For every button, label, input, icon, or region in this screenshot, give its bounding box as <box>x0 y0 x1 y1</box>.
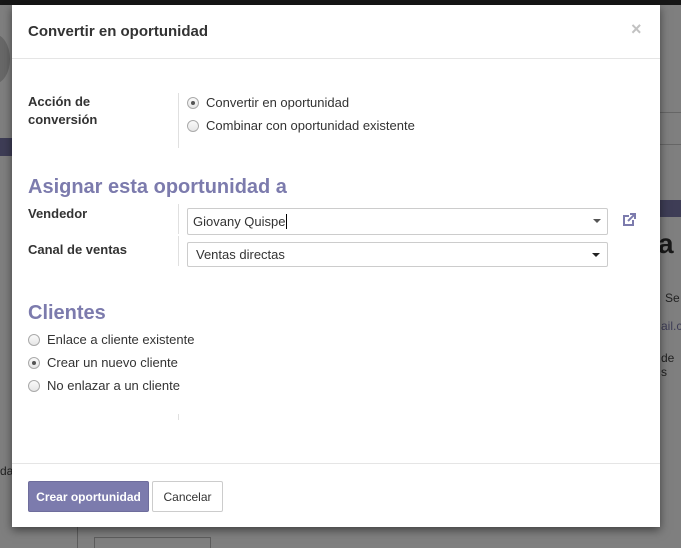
dialog-footer: Crear oportunidad Cancelar <box>12 463 660 528</box>
radio-link-existing-client[interactable]: Enlace a cliente existente <box>28 332 194 347</box>
conversion-action-label-line1: Acción de <box>28 94 91 109</box>
sales-channel-value: Ventas directas <box>196 247 285 262</box>
field-separator <box>178 414 179 420</box>
close-icon[interactable]: × <box>631 19 642 40</box>
conversion-action-label-line2: conversión <box>28 112 98 127</box>
text-cursor <box>285 214 287 229</box>
radio-label: Combinar con oportunidad existente <box>206 118 415 133</box>
radio-merge-opportunity[interactable]: Combinar con oportunidad existente <box>187 118 415 133</box>
radio-label: No enlazar a un cliente <box>47 378 180 393</box>
radio-button-checked[interactable] <box>28 356 40 369</box>
salesperson-field[interactable]: Giovany Quispe <box>187 208 608 235</box>
field-separator <box>178 204 179 234</box>
radio-create-new-client[interactable]: Crear un nuevo cliente <box>28 355 178 370</box>
external-link-icon[interactable] <box>620 211 638 229</box>
radio-button[interactable] <box>187 119 199 132</box>
chevron-down-icon[interactable] <box>592 253 600 257</box>
conversion-action-label: Acción de conversión <box>28 93 97 129</box>
radio-button[interactable] <box>28 333 40 346</box>
radio-no-client[interactable]: No enlazar a un cliente <box>28 378 180 393</box>
cancel-button[interactable]: Cancelar <box>152 481 223 512</box>
radio-convert-opportunity[interactable]: Convertir en oportunidad <box>187 95 349 110</box>
salesperson-label: Vendedor <box>28 206 88 221</box>
radio-label: Enlace a cliente existente <box>47 332 195 347</box>
chevron-down-icon[interactable] <box>593 219 601 223</box>
clients-section-title: Clientes <box>28 302 106 324</box>
radio-label: Convertir en oportunidad <box>206 95 350 110</box>
create-opportunity-button[interactable]: Crear oportunidad <box>28 481 149 512</box>
sales-channel-label: Canal de ventas <box>28 242 127 257</box>
field-separator <box>178 236 179 266</box>
convert-opportunity-dialog: Convertir en oportunidad × Acción de con… <box>12 5 660 527</box>
radio-button-checked[interactable] <box>187 96 199 109</box>
salesperson-value: Giovany Quispe <box>193 214 287 229</box>
radio-label: Crear un nuevo cliente <box>47 355 178 370</box>
assign-section-title: Asignar esta oportunidad a <box>28 176 287 198</box>
sales-channel-select[interactable]: Ventas directas <box>187 242 608 267</box>
radio-button[interactable] <box>28 379 40 392</box>
field-separator <box>178 93 179 148</box>
salesperson-text: Giovany Quispe <box>193 214 286 229</box>
dialog-title: Convertir en oportunidad <box>28 23 208 40</box>
dialog-header: Convertir en oportunidad × <box>12 5 660 59</box>
